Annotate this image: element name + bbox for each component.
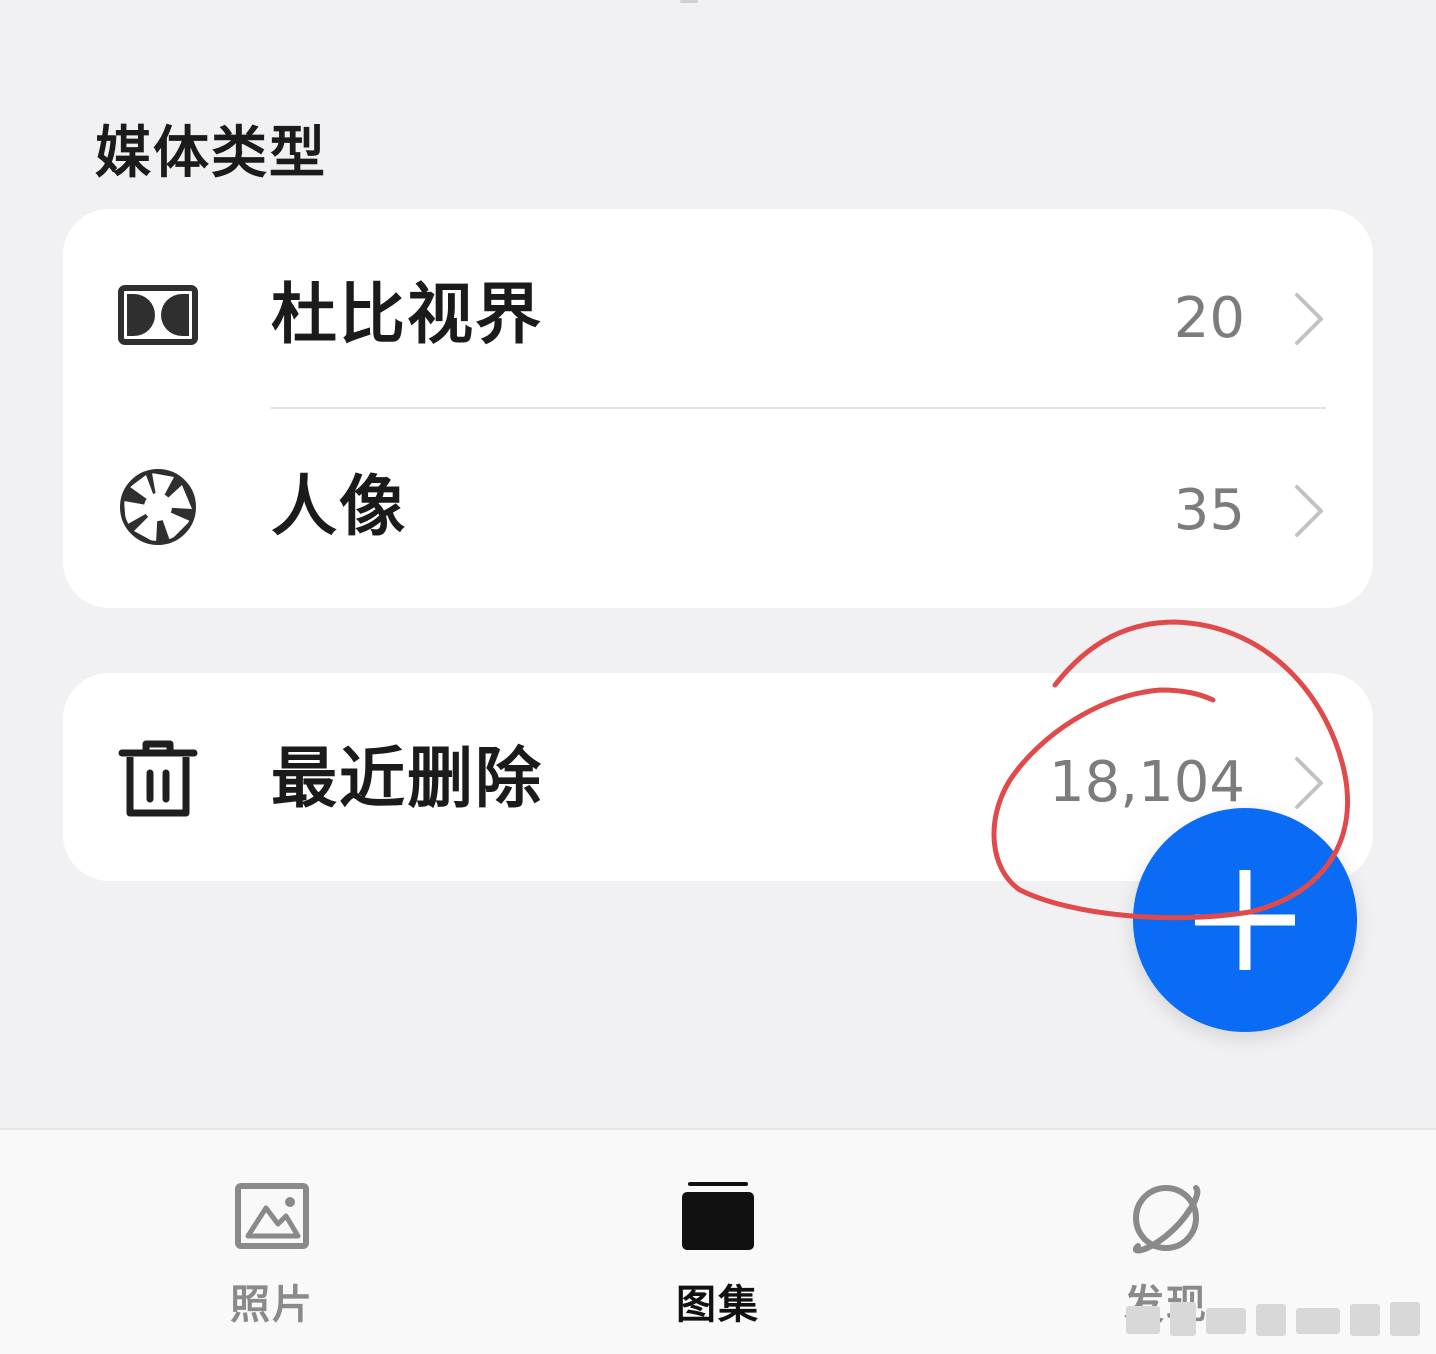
album-icon <box>682 1182 754 1250</box>
item-count: 35 <box>1173 478 1245 543</box>
tab-label: 照片 <box>230 1282 314 1328</box>
add-album-button[interactable] <box>1133 808 1357 1032</box>
media-types-card: 杜比视界 20 人像 35 <box>63 209 1373 608</box>
dolby-vision-icon <box>118 285 198 345</box>
chevron-right-icon <box>1295 485 1323 537</box>
item-label: 杜比视界 <box>271 276 543 353</box>
list-item-dolby-vision[interactable]: 杜比视界 20 <box>63 217 1373 413</box>
chevron-right-icon <box>1295 757 1323 809</box>
item-label: 人像 <box>271 468 407 545</box>
item-count: 20 <box>1173 286 1245 351</box>
tab-albums[interactable]: 图集 <box>598 1130 838 1354</box>
list-item-portrait[interactable]: 人像 35 <box>63 409 1373 605</box>
watermark-icon <box>1126 1302 1420 1336</box>
item-count: 18,104 <box>1049 750 1245 815</box>
bottom-navigation: 照片 图集 发现 <box>0 1128 1436 1354</box>
section-title: 媒体类型 <box>95 121 327 186</box>
planet-icon <box>1133 1185 1201 1254</box>
status-indicator <box>680 0 698 3</box>
chevron-right-icon <box>1295 293 1323 345</box>
trash-icon <box>118 740 198 817</box>
plus-icon <box>1195 870 1295 970</box>
tab-photos[interactable]: 照片 <box>152 1130 392 1354</box>
item-label: 最近删除 <box>271 740 543 817</box>
tab-label: 图集 <box>676 1282 760 1328</box>
photo-icon <box>235 1183 309 1249</box>
aperture-icon <box>120 469 196 545</box>
